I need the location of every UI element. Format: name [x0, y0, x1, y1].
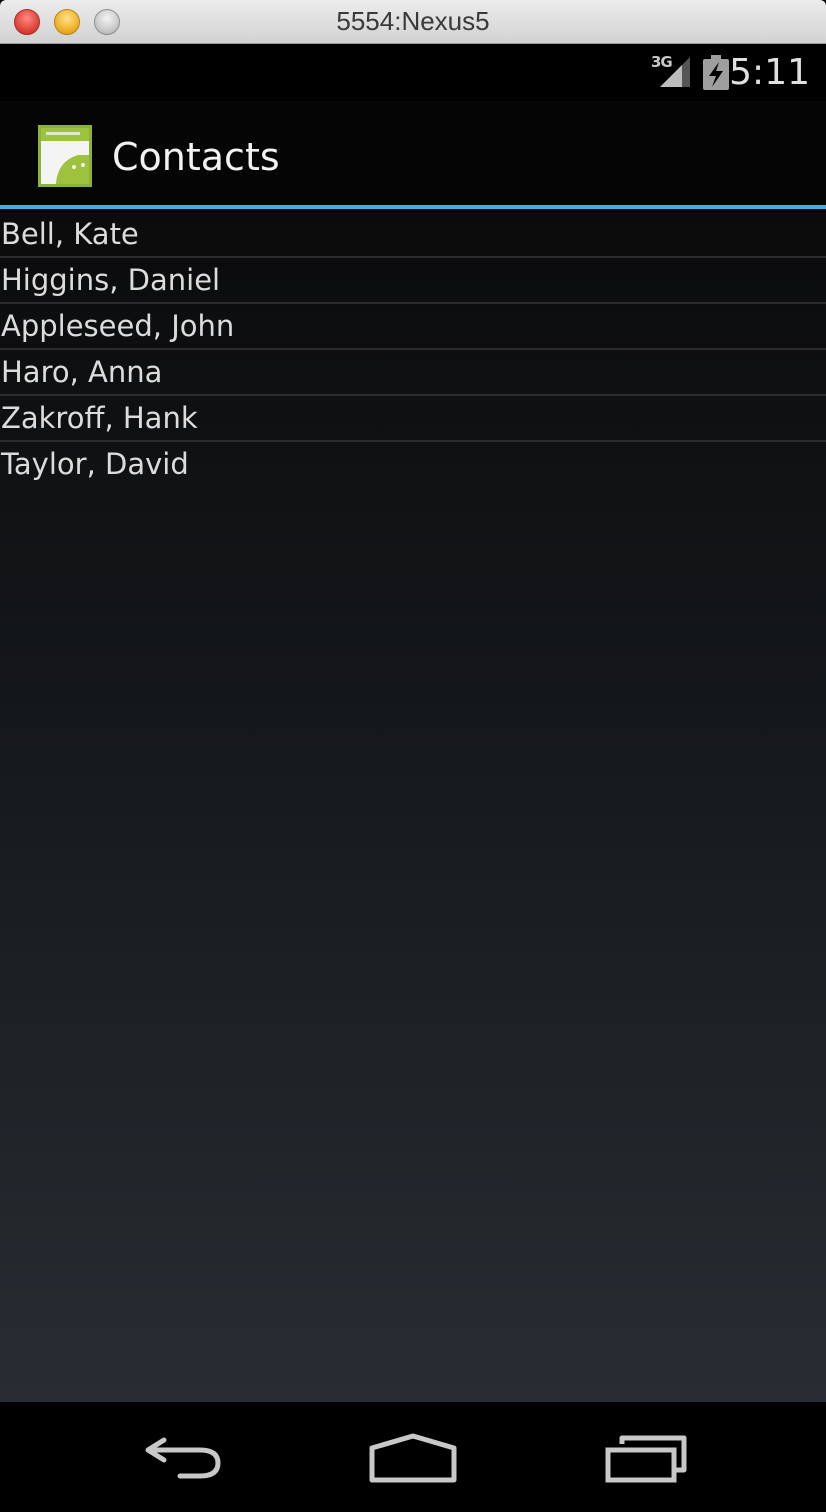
content-area: Bell, Kate Higgins, Daniel Appleseed, Jo…	[0, 212, 826, 1402]
contact-row[interactable]: Appleseed, John	[0, 304, 826, 350]
window-title: 5554:Nexus5	[336, 6, 490, 36]
navigation-bar	[0, 1402, 826, 1512]
window-title-bar: 5554:Nexus5	[0, 0, 826, 44]
battery-charging-icon	[703, 55, 729, 90]
contact-row[interactable]: Taylor, David	[0, 442, 826, 488]
back-icon[interactable]	[140, 1426, 226, 1486]
status-bar: 3G 5:11	[0, 45, 826, 101]
status-clock: 5:11	[729, 52, 810, 93]
contact-row[interactable]: Haro, Anna	[0, 350, 826, 396]
home-icon[interactable]	[366, 1426, 460, 1486]
recent-apps-icon[interactable]	[600, 1426, 690, 1486]
contact-list: Bell, Kate Higgins, Daniel Appleseed, Jo…	[0, 212, 826, 488]
app-launcher-icon[interactable]	[38, 125, 92, 187]
contact-row[interactable]: Zakroff, Hank	[0, 396, 826, 442]
signal-icon	[660, 57, 690, 87]
contact-row[interactable]: Bell, Kate	[0, 212, 826, 258]
page-title: Contacts	[112, 135, 280, 179]
action-bar: Contacts	[0, 101, 826, 209]
contact-row[interactable]: Higgins, Daniel	[0, 258, 826, 304]
